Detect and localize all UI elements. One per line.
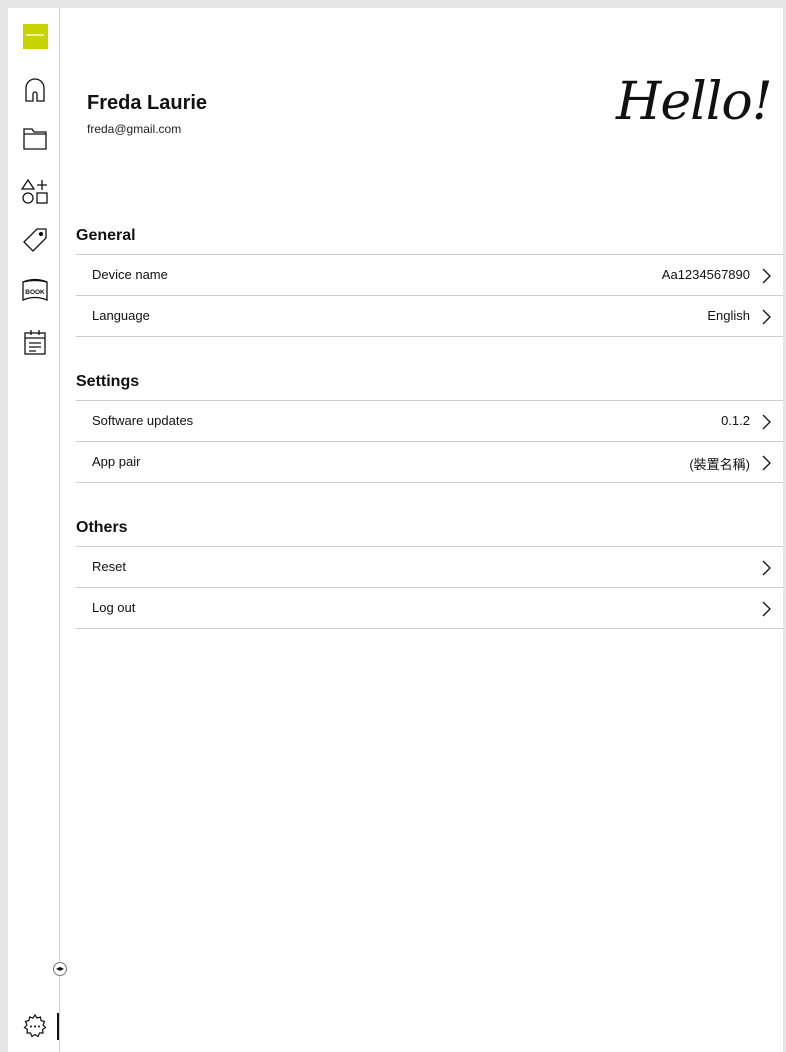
row-value: (裝置名稱) [689, 457, 750, 472]
row-value: Aa1234567890 [661, 267, 750, 282]
section-title: Others [76, 519, 128, 536]
chevron-right-icon [761, 309, 771, 325]
window-frame-left [0, 0, 8, 1052]
row-value: English [707, 308, 750, 323]
row-language[interactable]: Language English [76, 295, 783, 337]
chevron-right-icon [761, 455, 771, 471]
row-app-pair[interactable]: App pair (裝置名稱) [76, 441, 783, 483]
row-log-out[interactable]: Log out [76, 587, 783, 629]
chevron-right-icon [761, 268, 771, 284]
section-title: General [76, 227, 136, 244]
profile-email: freda@gmail.com [87, 122, 182, 136]
window-frame-top [0, 0, 786, 8]
section-title: Settings [76, 373, 140, 390]
section-others: Others Reset Log out [76, 510, 783, 629]
row-label: Device name [92, 267, 168, 282]
calendar-icon[interactable] [21, 328, 49, 356]
row-label: Log out [92, 600, 136, 615]
sidebar-toggle-handle[interactable]: ◂▸ [53, 962, 67, 976]
greeting-text: Hello! [616, 72, 773, 132]
book-icon-label: BOOK [25, 289, 45, 296]
row-label: Software updates [92, 413, 194, 428]
section-general: General Device name Aa1234567890 Languag… [76, 218, 783, 337]
chevron-right-icon [761, 414, 771, 430]
chevron-right-icon [761, 601, 771, 617]
tag-icon[interactable] [21, 226, 49, 254]
section-settings: Settings Software updates 0.1.2 App pair… [76, 364, 783, 483]
row-label: App pair [92, 454, 141, 469]
row-value: 0.1.2 [721, 413, 750, 428]
row-label: Reset [92, 559, 126, 574]
active-indicator [57, 1013, 59, 1040]
home-icon[interactable] [21, 76, 49, 104]
sidebar: BOOK [8, 8, 60, 1052]
brand-logo [23, 24, 48, 49]
profile-name: Freda Laurie [87, 92, 208, 114]
row-software-updates[interactable]: Software updates 0.1.2 [76, 400, 783, 441]
row-label: Language [92, 308, 150, 323]
book-icon[interactable]: BOOK [21, 276, 49, 304]
gear-icon[interactable] [21, 1012, 49, 1040]
shapes-icon[interactable] [21, 178, 49, 206]
row-device-name[interactable]: Device name Aa1234567890 [76, 254, 783, 295]
row-reset[interactable]: Reset [76, 546, 783, 587]
folder-icon[interactable] [21, 124, 49, 152]
chevron-right-icon [761, 560, 771, 576]
